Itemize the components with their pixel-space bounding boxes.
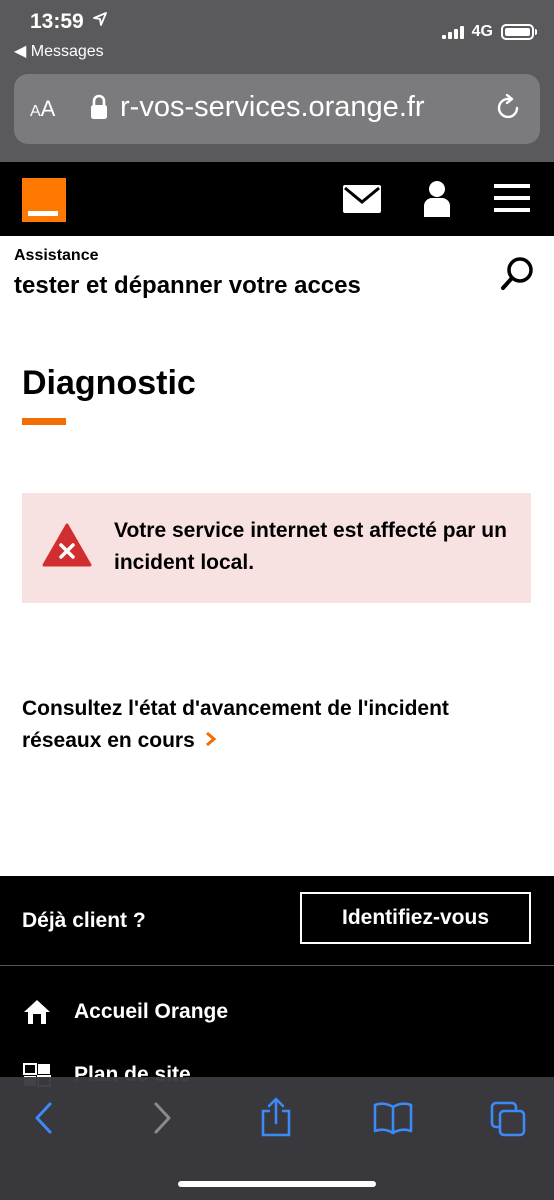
back-icon[interactable] [32, 1101, 56, 1140]
safari-toolbar [0, 1077, 554, 1200]
signal-icon [441, 25, 464, 39]
chevron-right-icon [205, 725, 217, 757]
forward-icon[interactable] [150, 1101, 174, 1140]
search-icon[interactable] [500, 256, 536, 297]
incident-link-text[interactable]: Consultez l'état d'avancement de l'incid… [22, 697, 449, 752]
orange-logo[interactable] [22, 178, 66, 222]
menu-icon[interactable] [494, 182, 530, 219]
page-subtitle: tester et dépanner votre acces [14, 272, 361, 299]
status-indicators: 4G [441, 22, 537, 42]
safari-top-bar: 13:59 ◀ Messages 4G AA r-vos-services.or… [0, 0, 554, 162]
back-to-messages[interactable]: ◀ Messages [14, 41, 104, 61]
title-underline [22, 418, 66, 425]
share-icon[interactable] [260, 1097, 292, 1142]
login-button[interactable]: Identifiez-vous [300, 892, 531, 944]
alert-message: Votre service internet est affecté par u… [114, 519, 507, 574]
bookmarks-icon[interactable] [373, 1101, 413, 1140]
site-header [0, 162, 554, 236]
footer-link-home[interactable]: Accueil Orange [22, 998, 228, 1026]
network-type: 4G [471, 23, 493, 40]
address-bar[interactable]: AA r-vos-services.orange.fr [14, 74, 540, 144]
status-time: 13:59 [30, 10, 84, 33]
breadcrumb[interactable]: Assistance [14, 247, 99, 265]
incident-status-link[interactable]: Consultez l'état d'avancement de l'incid… [22, 693, 462, 757]
home-indicator [178, 1181, 376, 1187]
lock-icon [90, 94, 108, 125]
site-footer: Déjà client ? Identifiez-vous Accueil Or… [0, 876, 554, 1096]
incident-alert: Votre service internet est affecté par u… [22, 493, 531, 603]
home-icon [22, 998, 52, 1026]
user-icon[interactable] [422, 180, 452, 223]
main-content: Assistance tester et dépanner votre acce… [0, 236, 554, 876]
already-client-label: Déjà client ? [22, 909, 146, 932]
text-size-button[interactable]: AA [30, 96, 55, 122]
url-text[interactable]: r-vos-services.orange.fr [120, 91, 465, 124]
warning-icon [42, 523, 92, 572]
page-title: Diagnostic [22, 364, 196, 402]
mail-icon[interactable] [342, 184, 382, 219]
location-arrow-icon [93, 12, 107, 31]
footer-link-label: Accueil Orange [74, 1000, 229, 1023]
battery-icon [501, 24, 537, 40]
tabs-icon[interactable] [490, 1101, 526, 1142]
reload-icon[interactable] [496, 93, 522, 127]
footer-divider [0, 965, 554, 966]
